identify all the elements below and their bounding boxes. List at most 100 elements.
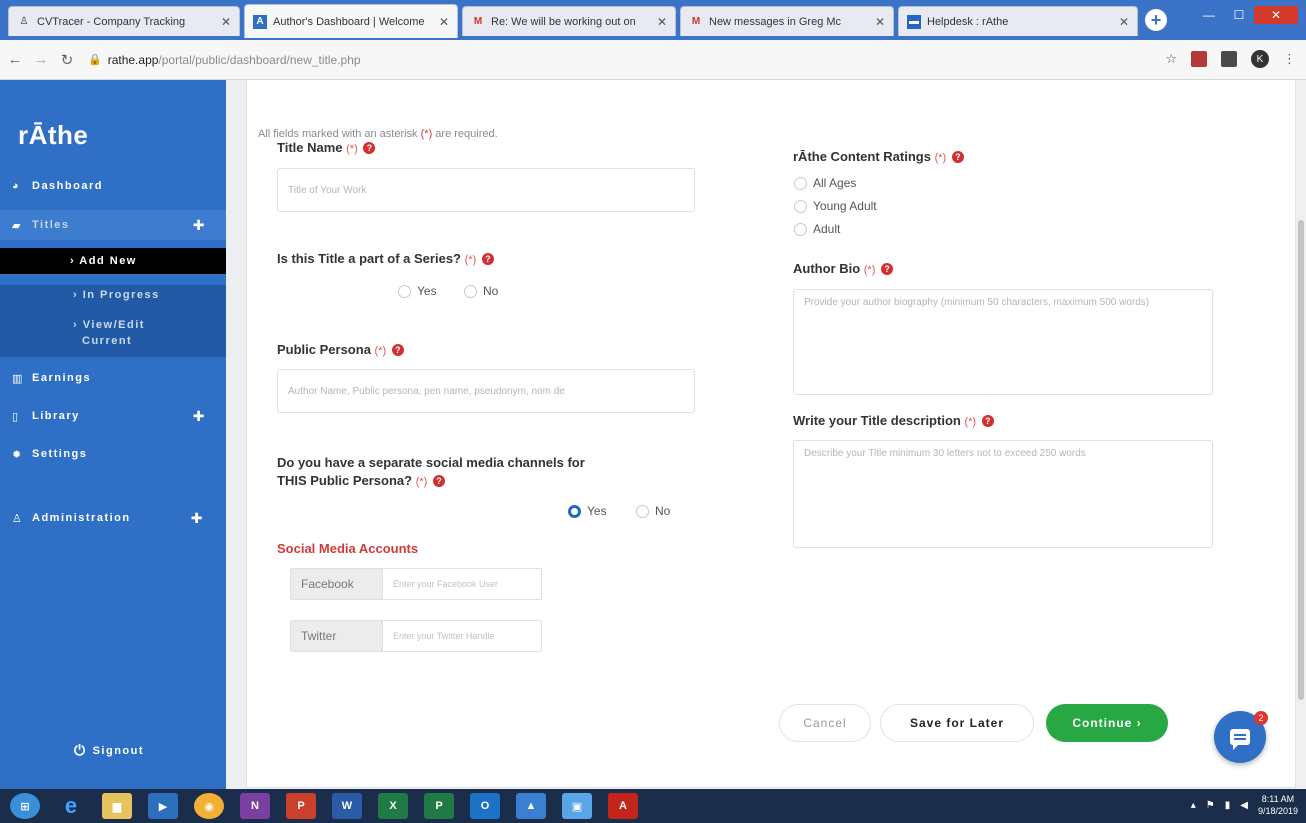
series-no-radio[interactable]: No (464, 284, 498, 298)
close-tab-icon[interactable]: ✕ (657, 15, 667, 29)
browser-tab-strip: ♙ CVTracer - Company Tracking ✕ A Author… (0, 0, 1306, 40)
forward-arrow-icon[interactable]: → (30, 51, 52, 68)
flag-icon[interactable]: ⚑ (1206, 800, 1215, 811)
file-explorer-icon[interactable]: ▆ (102, 793, 132, 819)
browser-tab-gmail-2[interactable]: M New messages in Greg Mc ✕ (680, 6, 894, 36)
sidebar-item-in-progress[interactable]: › In Progress (0, 285, 226, 305)
title-description-textarea[interactable]: Describe your Title minimum 30 letters n… (793, 440, 1213, 548)
radio-circle (794, 176, 807, 190)
reload-icon[interactable]: ↻ (56, 51, 78, 69)
powerpoint-icon[interactable]: P (286, 793, 316, 819)
maximize-icon[interactable]: ☐ (1224, 6, 1254, 24)
document-icon: ▯ (12, 410, 20, 423)
bookmark-star-icon[interactable]: ☆ (1165, 51, 1177, 67)
word-icon[interactable]: W (332, 793, 362, 819)
help-icon[interactable]: ? (363, 142, 376, 154)
sidebar: rĀthe ◕ Dashboard ▰ Titles ✚ › Add New ›… (0, 80, 226, 789)
twitter-addon: Twitter (291, 621, 383, 651)
plus-icon: ✚ (190, 509, 204, 526)
radio-circle (794, 222, 807, 236)
browser-tab-cvtracer[interactable]: ♙ CVTracer - Company Tracking ✕ (8, 6, 240, 36)
close-tab-icon[interactable]: ✕ (221, 15, 231, 29)
lock-icon: 🔒 (88, 54, 102, 66)
app-icon[interactable]: ▣ (562, 793, 592, 819)
sidebar-item-administration[interactable]: ♙ Administration ✚ (0, 510, 226, 526)
content-ratings-label: rĀthe Content Ratings (*) ? (793, 149, 964, 164)
start-button-icon[interactable]: ⊞ (10, 793, 40, 819)
sidebar-item-add-new[interactable]: › Add New (0, 248, 226, 274)
series-label: Is this Title a part of a Series? (*) ? (277, 251, 494, 266)
acrobat-icon[interactable]: A (608, 793, 638, 819)
social-no-radio[interactable]: No (636, 504, 670, 518)
sidebar-item-titles[interactable]: ▰ Titles ✚ (0, 210, 226, 240)
public-persona-input[interactable]: Author Name, Public persona, pen name, p… (277, 369, 695, 413)
scrollbar-thumb[interactable] (1298, 220, 1304, 700)
title-name-input[interactable]: Title of Your Work (277, 168, 695, 212)
facebook-input[interactable]: Enter your Facebook User (383, 569, 541, 599)
signout-link[interactable]: ⏻ Signout (74, 742, 144, 759)
close-tab-icon[interactable]: ✕ (1119, 15, 1129, 29)
cancel-button[interactable]: Cancel (779, 704, 871, 742)
back-arrow-icon[interactable]: ← (4, 51, 26, 68)
browser-tab-authors-dashboard[interactable]: A Author's Dashboard | Welcome ✕ (244, 4, 458, 38)
rating-young-adult-radio[interactable]: Young Adult (794, 199, 877, 213)
sidebar-item-library[interactable]: ▯ Library ✚ (0, 408, 226, 424)
window-controls: — ☐ ✕ (1194, 6, 1298, 24)
social-channels-label: Do you have a separate social media chan… (277, 455, 585, 488)
radio-circle (464, 284, 477, 298)
social-yes-radio[interactable]: Yes (568, 504, 607, 518)
twitter-input-group: Twitter Enter your Twitter Handle (290, 620, 542, 652)
rating-all-ages-radio[interactable]: All Ages (794, 176, 856, 190)
chat-widget-button[interactable]: 2 (1214, 711, 1268, 763)
sidebar-item-earnings[interactable]: ▥ Earnings (0, 370, 226, 386)
sidebar-item-view-edit-line2[interactable]: Current (0, 334, 226, 350)
rating-adult-radio[interactable]: Adult (794, 222, 840, 236)
new-tab-button[interactable]: + (1145, 9, 1167, 31)
series-yes-radio[interactable]: Yes (398, 284, 437, 298)
app-icon[interactable]: ▲ (516, 793, 546, 819)
close-tab-icon[interactable]: ✕ (439, 15, 449, 29)
rathe-favicon-icon: A (253, 14, 267, 29)
extension-icon[interactable] (1221, 51, 1237, 67)
twitter-input[interactable]: Enter your Twitter Handle (383, 621, 541, 651)
profile-avatar[interactable]: K (1251, 50, 1269, 68)
title-description-label: Write your Title description (*) ? (793, 413, 994, 428)
menu-kebab-icon[interactable]: ⋮ (1283, 51, 1296, 67)
url-field[interactable]: 🔒 rathe.app /portal/public/dashboard/new… (88, 53, 361, 67)
browser-tab-gmail-1[interactable]: M Re: We will be working out on ✕ (462, 6, 676, 36)
close-tab-icon[interactable]: ✕ (875, 15, 885, 29)
help-icon[interactable]: ? (951, 151, 964, 163)
publisher-icon[interactable]: P (424, 793, 454, 819)
scrollbar[interactable] (1296, 80, 1306, 789)
chrome-icon[interactable]: ◉ (194, 793, 224, 819)
sidebar-item-view-edit[interactable]: › View/Edit (0, 318, 226, 334)
network-icon[interactable]: ▮ (1225, 800, 1231, 811)
excel-icon[interactable]: X (378, 793, 408, 819)
author-bio-textarea[interactable]: Provide your author biography (minimum 5… (793, 289, 1213, 395)
user-icon: ♙ (12, 512, 24, 525)
browser-address-bar: ← → ↻ 🔒 rathe.app /portal/public/dashboa… (0, 40, 1306, 80)
minimize-icon[interactable]: — (1194, 6, 1224, 24)
help-icon[interactable]: ? (391, 344, 404, 356)
media-player-icon[interactable]: ▶ (148, 793, 178, 819)
logo[interactable]: rĀthe (18, 120, 88, 151)
save-for-later-button[interactable]: Save for Later (880, 704, 1034, 742)
close-window-icon[interactable]: ✕ (1254, 6, 1298, 24)
clock[interactable]: 8:11 AM 9/18/2019 (1258, 793, 1298, 817)
outlook-icon[interactable]: O (470, 793, 500, 819)
help-icon[interactable]: ? (432, 475, 445, 487)
continue-button[interactable]: Continue › (1046, 704, 1168, 742)
help-icon[interactable]: ? (481, 253, 494, 265)
sidebar-item-settings[interactable]: ✹ Settings (0, 446, 226, 462)
browser-tab-helpdesk[interactable]: ▬ Helpdesk : rAthe ✕ (898, 6, 1138, 36)
tray-arrow-icon[interactable]: ▴ (1191, 800, 1196, 811)
volume-icon[interactable]: ◀ (1240, 800, 1248, 811)
help-icon[interactable]: ? (981, 415, 994, 427)
social-media-accounts-heading: Social Media Accounts (277, 541, 419, 556)
extension-icon[interactable] (1191, 51, 1207, 67)
title-name-label: Title Name (*) ? (277, 140, 376, 155)
sidebar-item-dashboard[interactable]: ◕ Dashboard (0, 178, 226, 194)
internet-explorer-icon[interactable]: e (56, 793, 86, 819)
onenote-icon[interactable]: N (240, 793, 270, 819)
help-icon[interactable]: ? (881, 263, 894, 275)
